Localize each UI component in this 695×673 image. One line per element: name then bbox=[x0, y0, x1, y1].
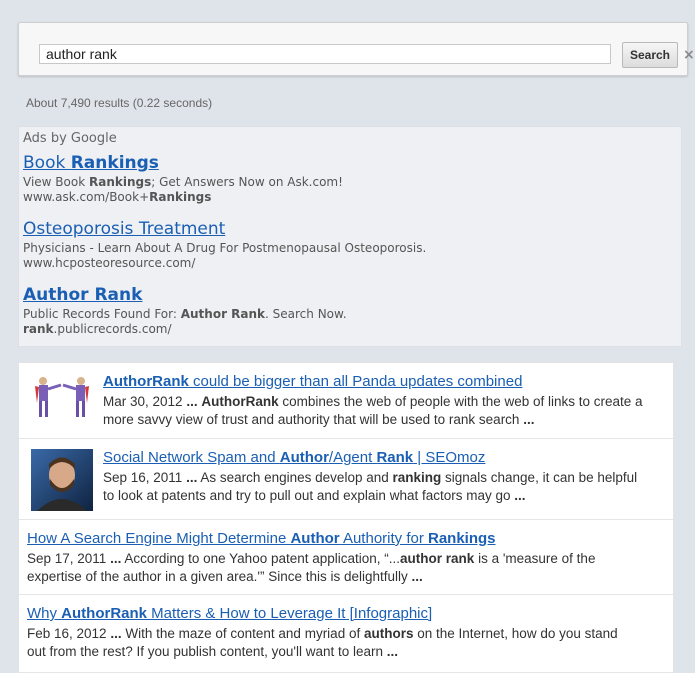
snippet-highlight: author rank bbox=[400, 551, 475, 566]
ad-desc-text: ; Get Answers Now on Ask.com! bbox=[151, 175, 343, 189]
ad-desc-text: . Search Now. bbox=[265, 307, 347, 321]
snippet-date: Sep 16, 2011 bbox=[103, 470, 187, 485]
superhero-cartoon-icon[interactable] bbox=[31, 373, 93, 421]
person-photo-icon[interactable] bbox=[31, 449, 93, 511]
result-title-link[interactable]: Social Network Spam and Author/Agent Ran… bbox=[103, 449, 669, 466]
ad-item: Author Rank Public Records Found For: Au… bbox=[23, 285, 347, 336]
result-item: Why AuthorRank Matters & How to Leverage… bbox=[19, 595, 673, 673]
snippet-text: to look at patents and try to pull out a… bbox=[103, 488, 515, 503]
ad-desc-highlight: Author Rank bbox=[180, 307, 266, 321]
ad-url-highlight: rank bbox=[23, 322, 54, 336]
title-text: Social Network Spam and bbox=[103, 449, 280, 466]
search-results-page: Search × About 7,490 results (0.22 secon… bbox=[0, 0, 695, 673]
title-highlight: AuthorRank bbox=[61, 605, 148, 622]
ad-desc-text: Public Records Found For: bbox=[23, 307, 181, 321]
snippet-date: Feb 16, 2012 bbox=[27, 626, 111, 641]
ad-title-link[interactable]: Osteoporosis Treatment bbox=[23, 219, 426, 239]
snippet-date: Sep 17, 2011 bbox=[27, 551, 111, 566]
snippet-highlight: AuthorRank bbox=[201, 394, 279, 409]
ellipsis: ... bbox=[186, 470, 198, 485]
ad-title-link[interactable]: Book Rankings bbox=[23, 153, 343, 173]
ellipsis: ... bbox=[523, 412, 535, 427]
result-title-link[interactable]: How A Search Engine Might Determine Auth… bbox=[27, 530, 669, 547]
ad-url: www.ask.com/Book+Rankings bbox=[23, 190, 343, 204]
ad-title-text: Osteoporosis Treatment bbox=[23, 219, 226, 239]
result-snippet: Feb 16, 2012 ... With the maze of conten… bbox=[27, 625, 669, 661]
title-highlight: Rankings bbox=[428, 530, 496, 547]
result-item: How A Search Engine Might Determine Auth… bbox=[19, 520, 673, 595]
result-item: AuthorRank could be bigger than all Pand… bbox=[19, 363, 673, 439]
ad-item: Osteoporosis Treatment Physicians - Lear… bbox=[23, 219, 426, 270]
ads-label: Ads by Google bbox=[23, 131, 117, 146]
ellipsis: ... bbox=[514, 488, 526, 503]
title-highlight: Rank bbox=[376, 449, 414, 466]
title-highlight: Author bbox=[290, 530, 340, 547]
snippet-text: combines the web of people with the web … bbox=[278, 394, 643, 409]
result-snippet: Sep 17, 2011 ... According to one Yahoo … bbox=[27, 550, 669, 586]
snippet-date: Mar 30, 2012 bbox=[103, 394, 187, 409]
ellipsis: ... bbox=[110, 551, 122, 566]
snippet-text: With the maze of content and myriad of bbox=[121, 626, 364, 641]
title-text: /Agent bbox=[328, 449, 377, 466]
search-input[interactable] bbox=[39, 44, 611, 64]
snippet-text: According to one Yahoo patent applicatio… bbox=[121, 551, 401, 566]
ad-desc-text: View Book bbox=[23, 175, 89, 189]
ad-description: Physicians - Learn About A Drug For Post… bbox=[23, 241, 426, 255]
ad-url: www.hcposteoresource.com/ bbox=[23, 256, 426, 270]
title-text: | SEOmoz bbox=[413, 449, 486, 466]
result-text: How A Search Engine Might Determine Auth… bbox=[27, 530, 669, 586]
title-highlight: Author bbox=[279, 449, 329, 466]
ad-title-text: Book bbox=[23, 153, 71, 173]
ad-desc-highlight: Rankings bbox=[88, 175, 152, 189]
snippet-text: As search engines develop and bbox=[197, 470, 393, 485]
result-item: Social Network Spam and Author/Agent Ran… bbox=[19, 439, 673, 520]
snippet-text: expertise of the author in a given area.… bbox=[27, 569, 412, 584]
title-text: Matters & How to Leverage It [Infographi… bbox=[147, 605, 433, 622]
ellipsis: ... bbox=[186, 394, 198, 409]
result-text: Social Network Spam and Author/Agent Ran… bbox=[103, 449, 669, 505]
title-text: could be bigger than all Panda updates c… bbox=[188, 373, 523, 390]
ad-item: Book Rankings View Book Rankings; Get An… bbox=[23, 153, 343, 204]
result-title-link[interactable]: Why AuthorRank Matters & How to Leverage… bbox=[27, 605, 669, 622]
result-text: Why AuthorRank Matters & How to Leverage… bbox=[27, 605, 669, 661]
ad-description: Public Records Found For: Author Rank. S… bbox=[23, 307, 347, 321]
title-highlight: AuthorRank bbox=[103, 373, 189, 390]
search-panel: Search × bbox=[18, 22, 695, 76]
ellipsis: ... bbox=[110, 626, 122, 641]
title-text: Why bbox=[27, 605, 62, 622]
close-icon[interactable]: × bbox=[683, 47, 695, 63]
ad-url-highlight: Rankings bbox=[149, 190, 212, 204]
snippet-text: out from the rest? If you publish conten… bbox=[27, 644, 387, 659]
ad-title-highlight: Rankings bbox=[70, 153, 159, 173]
result-snippet: Mar 30, 2012 ... AuthorRank combines the… bbox=[103, 393, 669, 429]
ads-section: Ads by Google Book Rankings View Book Ra… bbox=[18, 126, 682, 347]
ad-title-text: Author Rank bbox=[23, 285, 143, 305]
ad-url-text: www.hcposteoresource.com/ bbox=[23, 256, 196, 270]
snippet-text: is a 'measure of the bbox=[474, 551, 596, 566]
snippet-highlight: ranking bbox=[392, 470, 442, 485]
ad-url: rank.publicrecords.com/ bbox=[23, 322, 347, 336]
ellipsis: ... bbox=[411, 569, 423, 584]
snippet-text: on the Internet, how do you stand bbox=[413, 626, 618, 641]
result-text: AuthorRank could be bigger than all Pand… bbox=[103, 373, 669, 429]
snippet-text: signals change, it can be helpful bbox=[441, 470, 638, 485]
snippet-text: more savvy view of trust and authority t… bbox=[103, 412, 524, 427]
ad-title-link[interactable]: Author Rank bbox=[23, 285, 347, 305]
ad-desc-text: Physicians - Learn About A Drug For Post… bbox=[23, 241, 427, 255]
result-title-link[interactable]: AuthorRank could be bigger than all Pand… bbox=[103, 373, 669, 390]
ad-description: View Book Rankings; Get Answers Now on A… bbox=[23, 175, 343, 189]
ad-url-text: .publicrecords.com/ bbox=[53, 322, 172, 336]
title-text: Authority for bbox=[339, 530, 428, 547]
result-stats: About 7,490 results (0.22 seconds) bbox=[26, 96, 213, 110]
result-snippet: Sep 16, 2011 ... As search engines devel… bbox=[103, 469, 669, 505]
ellipsis: ... bbox=[386, 644, 399, 659]
results-list: AuthorRank could be bigger than all Pand… bbox=[18, 362, 674, 673]
snippet-highlight: authors bbox=[363, 626, 414, 641]
title-text: How A Search Engine Might Determine bbox=[27, 530, 291, 547]
ad-url-text: www.ask.com/Book+ bbox=[23, 190, 150, 204]
search-button[interactable]: Search bbox=[622, 42, 678, 68]
